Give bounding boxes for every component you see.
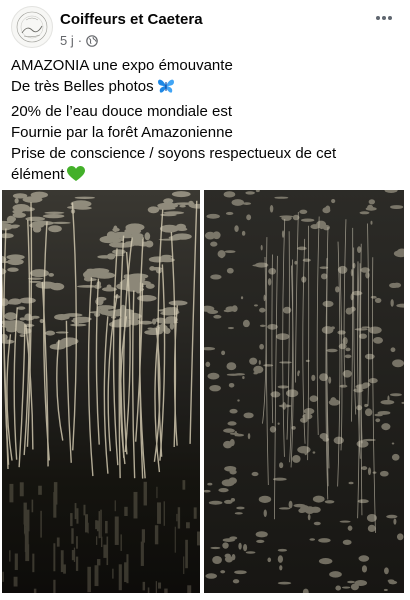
- post-caption: AMAZONIA une expo émouvante De très Bell…: [11, 55, 401, 189]
- post-header: Coiffeurs et Caetera 5 j ·: [0, 0, 410, 52]
- papyrus-forest-photo: [2, 190, 200, 593]
- page-avatar[interactable]: [11, 6, 53, 48]
- caption-line: 20% de l’eau douce mondiale est: [11, 102, 232, 120]
- facebook-post: Coiffeurs et Caetera 5 j · AMAZONIA une …: [0, 0, 410, 600]
- post-meta: 5 j ·: [60, 33, 98, 48]
- caption-line: élément: [11, 164, 401, 188]
- caption-line: Fournie par la forêt Amazonienne: [11, 123, 233, 141]
- green-heart-emoji: [67, 166, 86, 188]
- photo-papyrus-forest[interactable]: [2, 190, 200, 593]
- meta-separator: ·: [77, 33, 83, 48]
- post-timestamp[interactable]: 5 j: [60, 33, 74, 48]
- photo-jungle-canopy[interactable]: [204, 190, 404, 593]
- globe-icon: [86, 34, 98, 47]
- caption-line: De très Belles photos: [11, 76, 401, 100]
- caption-line: AMAZONIA une expo émouvante: [11, 57, 233, 74]
- caption-line: Prise de conscience / soyons respectueux…: [11, 145, 337, 163]
- more-options-button[interactable]: [372, 8, 396, 28]
- more-options-icon: [376, 16, 392, 20]
- photo-grid: [0, 190, 410, 600]
- avatar-logo-icon: [16, 11, 48, 43]
- jungle-canopy-photo: [204, 190, 404, 593]
- butterfly-emoji: [157, 78, 175, 100]
- page-name[interactable]: Coiffeurs et Caetera: [60, 11, 203, 28]
